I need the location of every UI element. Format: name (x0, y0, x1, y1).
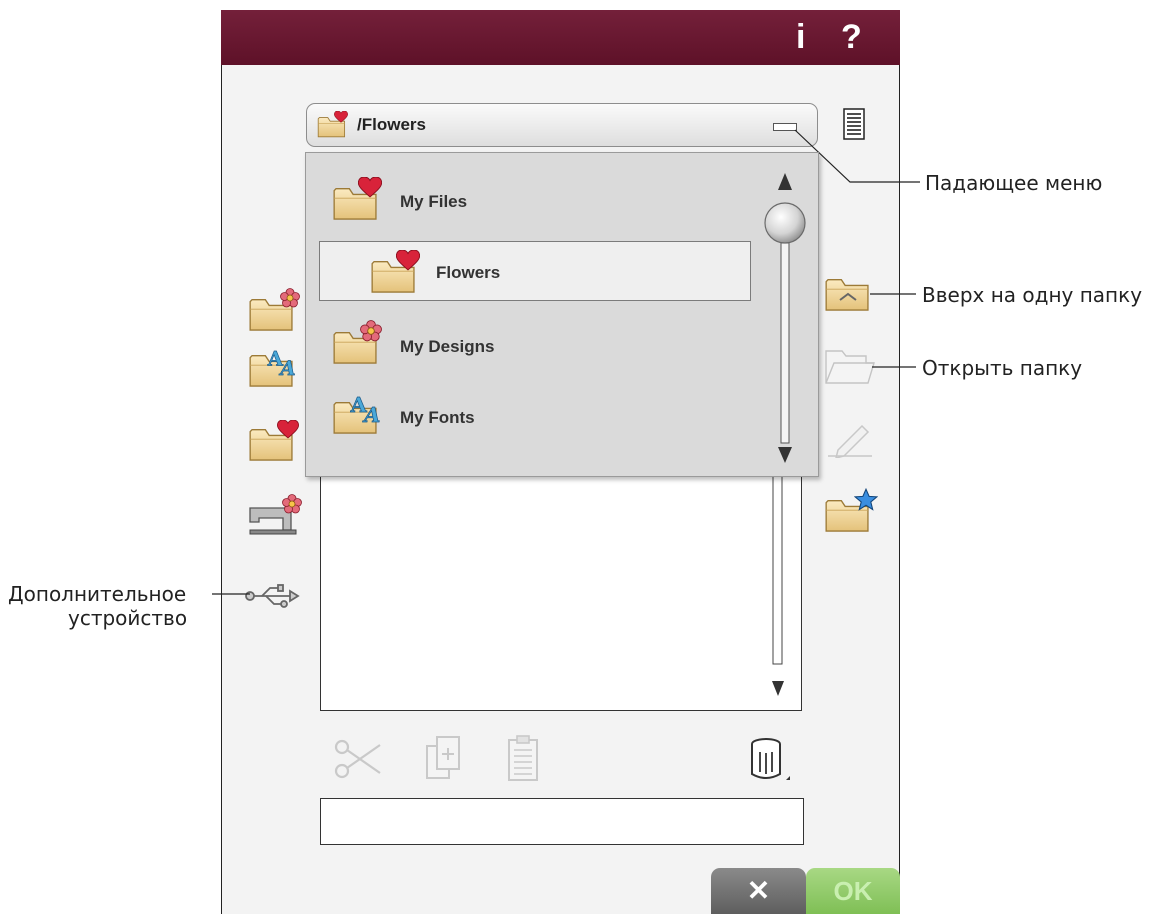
scroll-thumb (764, 202, 806, 244)
dropdown-item-label: Flowers (436, 263, 501, 282)
callout-folder-up: Вверх на одну папку (922, 283, 1143, 307)
dropdown-item-flowers[interactable]: Flowers (319, 241, 751, 301)
folder-font-icon (333, 391, 381, 434)
folder-flower-icon (333, 320, 382, 364)
callout-dropdown-menu: Падающее меню (925, 171, 1103, 195)
dropdown-item-label: My Designs (400, 337, 495, 356)
callout-external-device-1: Дополнительное (8, 582, 187, 606)
dropdown-item-label: My Fonts (400, 408, 475, 427)
folder-heart-icon (333, 177, 382, 220)
callout-external-device-2: устройство (68, 606, 188, 630)
dropdown-item-label: My Files (400, 192, 468, 211)
folder-heart-icon (371, 250, 420, 293)
scroll-up-icon (778, 173, 792, 190)
dropdown-item-my-fonts[interactable]: My Fonts (306, 386, 756, 446)
folder-dropdown-menu: My Files Flowers My Designs My Fonts (305, 152, 819, 477)
dropdown-item-my-files[interactable]: My Files (306, 170, 756, 230)
dropdown-item-my-designs[interactable]: My Designs (306, 314, 756, 374)
callout-open-folder: Открыть папку (922, 356, 1083, 380)
scroll-down-icon (778, 447, 792, 463)
dropdown-scrollbar[interactable] (761, 163, 811, 468)
